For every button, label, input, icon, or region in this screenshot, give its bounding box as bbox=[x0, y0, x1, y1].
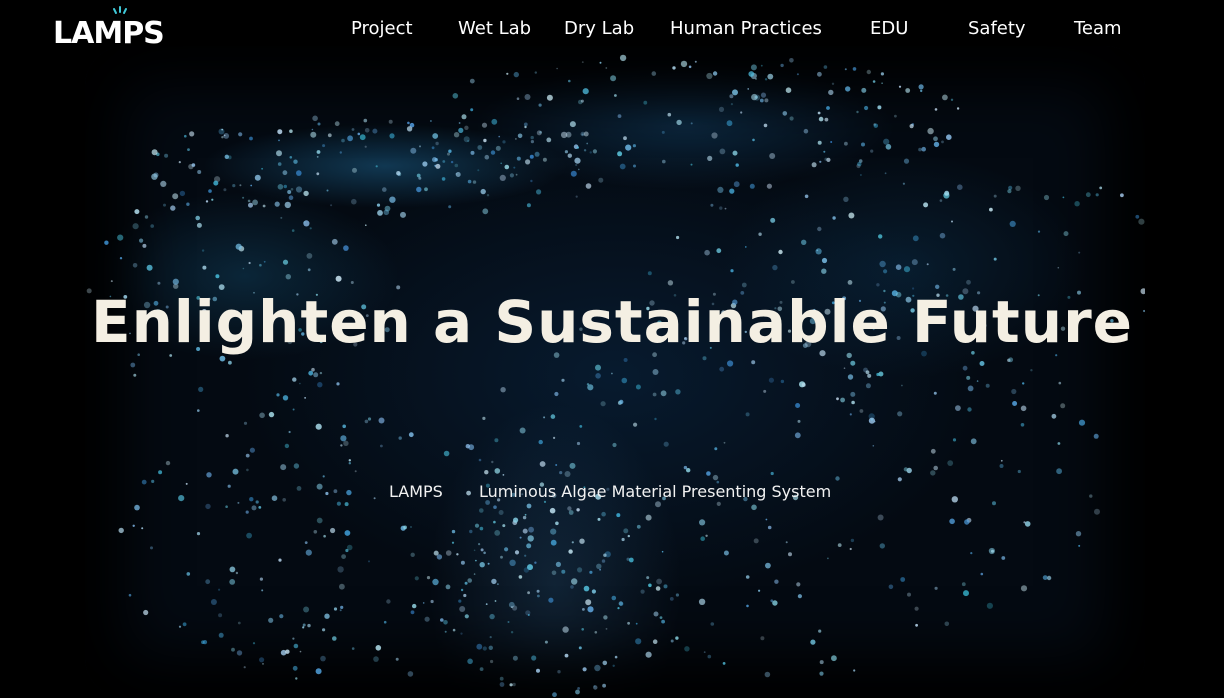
nav-item-team[interactable]: Team bbox=[1074, 18, 1122, 39]
nav-item-dry-lab[interactable]: Dry Lab bbox=[564, 18, 634, 39]
main-nav: Project Wet Lab Dry Lab Human Practices … bbox=[0, 18, 1224, 46]
bioluminescent-background-image bbox=[85, 46, 1145, 698]
nav-item-human-practices[interactable]: Human Practices bbox=[670, 18, 822, 39]
hero-acronym: LAMPS bbox=[389, 482, 443, 501]
nav-item-project[interactable]: Project bbox=[351, 18, 413, 39]
hero-headline: Enlighten a Sustainable Future bbox=[90, 288, 1134, 356]
nav-item-safety[interactable]: Safety bbox=[968, 18, 1026, 39]
glow-particles bbox=[86, 54, 1145, 698]
nav-item-edu[interactable]: EDU bbox=[870, 18, 908, 39]
nav-item-wet-lab[interactable]: Wet Lab bbox=[458, 18, 531, 39]
hero-tagline: Luminous Algae Material Presenting Syste… bbox=[479, 482, 832, 501]
top-navbar: LAMPS Project Wet Lab Dry Lab Human Prac… bbox=[0, 0, 1224, 64]
hero-subtitle: LAMPS Luminous Algae Material Presenting… bbox=[0, 482, 1224, 504]
